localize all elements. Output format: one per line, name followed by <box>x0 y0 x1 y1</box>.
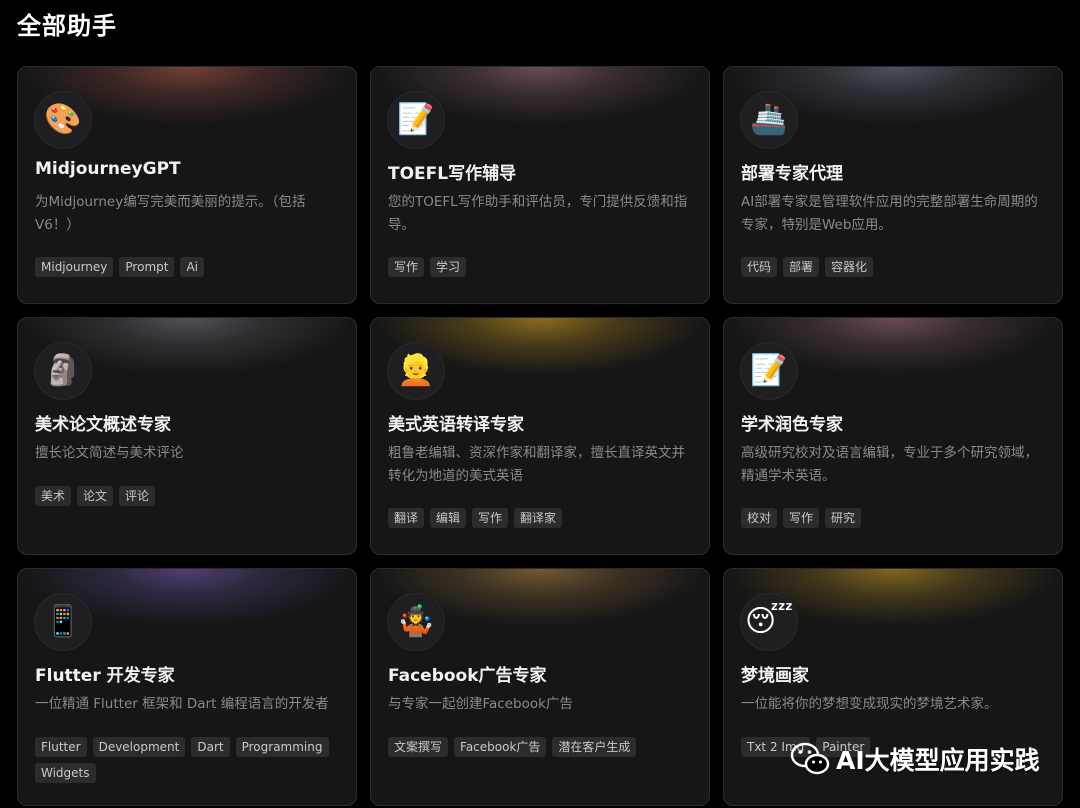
palette-icon: 🎨 <box>35 92 91 148</box>
card-tag[interactable]: 美术 <box>35 486 72 506</box>
card-tag[interactable]: 部署 <box>783 257 820 277</box>
card-title: 美式英语转译专家 <box>388 415 524 435</box>
card-tag[interactable]: 翻译家 <box>514 508 563 528</box>
card-tag[interactable]: Widgets <box>35 763 96 783</box>
card-tag[interactable]: 写作 <box>388 257 425 277</box>
card-title: 美术论文概述专家 <box>35 415 171 435</box>
card-description: 与专家一起创建Facebook广告 <box>388 696 573 712</box>
card-title: 部署专家代理 <box>741 164 843 184</box>
ship-icon: 🚢 <box>741 92 797 148</box>
card-tag[interactable]: Midjourney <box>35 257 114 277</box>
card-title: Facebook广告专家 <box>388 666 547 686</box>
card-tag[interactable]: 翻译 <box>388 508 425 528</box>
card-description: AI部署专家是管理软件应用的完整部署生命周期的专家，特别是Web应用。 <box>741 194 1038 233</box>
card-tag[interactable]: Dart <box>191 737 230 757</box>
card-description: 一位能将你的梦想变成现实的梦境艺术家。 <box>741 696 998 712</box>
card-tag[interactable]: 写作 <box>783 508 820 528</box>
page-title: 全部助手 <box>17 12 117 40</box>
assistant-card[interactable]: 👱 美式英语转译专家粗鲁老编辑、资深作家和翻译家，擅长直译英文并转化为地道的美式英… <box>370 317 710 555</box>
card-tags: Flutter Development Dart Programming Widgets <box>35 737 342 783</box>
card-tag[interactable]: Txt 2 Img <box>741 737 811 757</box>
assistant-card[interactable]: 😴 梦境画家一位能将你的梦想变成现实的梦境艺术家。 Txt 2 Img Painter <box>723 568 1063 806</box>
card-description: 粗鲁老编辑、资深作家和翻译家，擅长直译英文并转化为地道的美式英语 <box>388 445 685 484</box>
card-tag[interactable]: 潜在客户生成 <box>552 737 637 757</box>
card-tag[interactable]: 评论 <box>119 486 156 506</box>
sleeping-face-icon: 😴 <box>741 594 797 650</box>
card-tag[interactable]: 代码 <box>741 257 778 277</box>
card-title: 梦境画家 <box>741 666 809 686</box>
card-tags: 文案撰写 Facebook广告 潜在客户生成 <box>388 737 695 757</box>
card-tag[interactable]: 文案撰写 <box>388 737 449 757</box>
assistant-grid: 🎨 MidjourneyGPT 为Midjourney编写完美而美丽的提示。（包括V… <box>17 66 1063 806</box>
card-tag[interactable]: 论文 <box>77 486 114 506</box>
assistant-card[interactable]: 🚢 部署专家代理 AI部署专家是管理软件应用的完整部署生命周期的专家，特别是Web应… <box>723 66 1063 304</box>
memo-icon: 📝 <box>741 343 797 399</box>
card-tags: 代码 部署 容器化 <box>741 257 1048 277</box>
card-description: 高级研究校对及语言编辑，专业于多个研究领域，精通学术英语。 <box>741 445 1038 484</box>
assistant-card[interactable]: 📝 TOEFL写作辅导您的TOEFL写作助手和评估员，专门提供反馈和指导。写作 学习 <box>370 66 710 304</box>
assistant-card[interactable]: 📝 学术润色专家高级研究校对及语言编辑，专业于多个研究领域，精通学术英语。校对 写作… <box>723 317 1063 555</box>
card-title: TOEFL写作辅导 <box>388 164 517 184</box>
card-tag[interactable]: 学习 <box>430 257 467 277</box>
card-tag[interactable]: Development <box>92 737 186 757</box>
card-tags: 校对 写作 研究 <box>741 508 1048 528</box>
card-description: 擅长论文简述与美术评论 <box>35 445 184 461</box>
card-title: MidjourneyGPT <box>35 159 181 179</box>
mobile-app-icon: 📱 <box>35 594 91 650</box>
card-tag[interactable]: 写作 <box>472 508 509 528</box>
card-description: 为Midjourney编写完美而美丽的提示。（包括V6！） <box>35 194 306 233</box>
card-title: Flutter 开发专家 <box>35 666 175 686</box>
card-tag[interactable]: 编辑 <box>430 508 467 528</box>
card-tags: Txt 2 Img Painter <box>741 737 1048 757</box>
juggler-icon: 🤹 <box>388 594 444 650</box>
assistant-card[interactable]: 🗿 美术论文概述专家擅长论文简述与美术评论美术 论文 评论 <box>17 317 357 555</box>
card-tags: 美术 论文 评论 <box>35 486 342 506</box>
card-tags: 写作 学习 <box>388 257 695 277</box>
card-tag[interactable]: Facebook广告 <box>454 737 547 757</box>
card-title: 学术润色专家 <box>741 415 843 435</box>
card-description: 一位精通 Flutter 框架和 Dart 编程语言的开发者 <box>35 696 329 712</box>
card-tag[interactable]: 校对 <box>741 508 778 528</box>
assistant-card[interactable]: 📱 Flutter 开发专家一位精通 Flutter 框架和 Dart 编程语言的… <box>17 568 357 806</box>
card-tag[interactable]: 容器化 <box>825 257 874 277</box>
card-tags: Midjourney Prompt Ai <box>35 257 342 277</box>
card-tag[interactable]: Flutter <box>35 737 87 757</box>
card-tag[interactable]: Ai <box>180 257 205 277</box>
card-tag[interactable]: Prompt <box>119 257 175 277</box>
card-tag[interactable]: 研究 <box>825 508 862 528</box>
card-tags: 翻译 编辑 写作 翻译家 <box>388 508 695 528</box>
card-description: 您的TOEFL写作助手和评估员，专门提供反馈和指导。 <box>388 194 688 233</box>
assistant-card[interactable]: 🎨 MidjourneyGPT 为Midjourney编写完美而美丽的提示。（包括V… <box>17 66 357 304</box>
assistant-card[interactable]: 🤹 Facebook广告专家与专家一起创建Facebook广告文案撰写 Facebo… <box>370 568 710 806</box>
moai-icon: 🗿 <box>35 343 91 399</box>
card-tag[interactable]: Programming <box>235 737 329 757</box>
memo-icon: 📝 <box>388 92 444 148</box>
person-blond-icon: 👱 <box>388 343 444 399</box>
card-tag[interactable]: Painter <box>816 737 871 757</box>
